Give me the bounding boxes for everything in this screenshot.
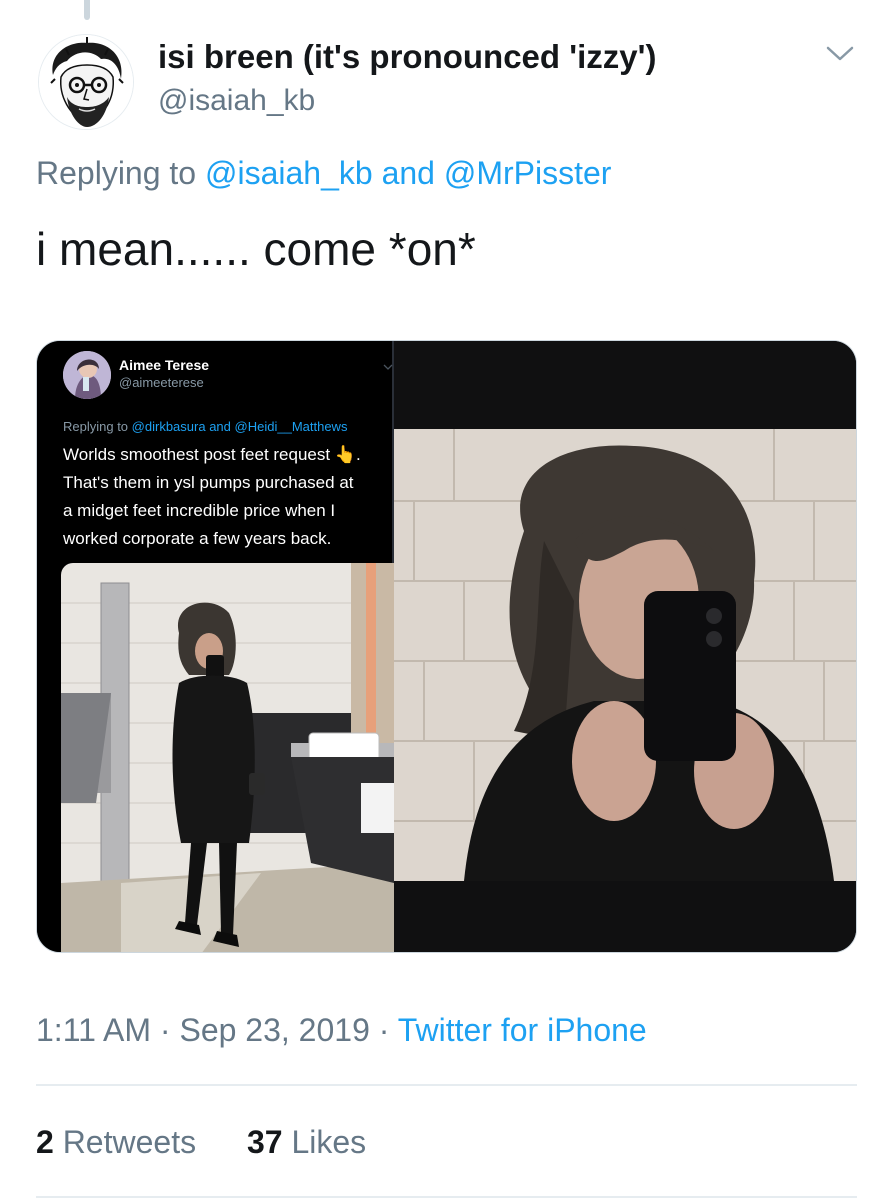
chevron-down-icon[interactable] [820,38,860,68]
engagement-stats: 2 Retweets 37 Likes [36,1124,408,1161]
timestamp-separator: · [378,1012,390,1048]
embedded-mention: @Heidi__Matthews [234,419,348,434]
media-attachment[interactable]: Aimee Terese @aimeeterese Replying to @d… [36,340,857,953]
zoomed-selfie-photo[interactable] [394,341,856,952]
replying-to-line: Replying to @isaiah_kb and @MrPisster [36,155,611,192]
retweets-count: 2 [36,1124,54,1160]
author-display-name[interactable]: isi breen (it's pronounced 'izzy') [158,38,656,76]
embedded-avatar [63,351,111,399]
embedded-text-line: a midget feet incredible price when I [63,501,336,520]
tweet-text: i mean...... come *on* [36,223,476,275]
retweets-stat[interactable]: 2 Retweets [36,1124,205,1160]
likes-count: 37 [246,1124,283,1160]
embedded-replying-label: Replying to [63,419,129,434]
embedded-tweet-screenshot[interactable]: Aimee Terese @aimeeterese Replying to @d… [37,341,394,952]
mention-conjunction: and [381,155,435,191]
divider [36,1084,857,1086]
embedded-mention-conjunction: and [209,419,231,434]
replying-to-label: Replying to [36,155,197,191]
embedded-handle: @aimeeterese [119,375,204,390]
chevron-down-icon [383,359,393,370]
tweet-timestamp: 1:11 AM · Sep 23, 2019 · Twitter for iPh… [36,1012,647,1049]
embedded-text-line: worked corporate a few years back. [63,529,332,548]
retweets-label: Retweets [62,1124,197,1160]
likes-label: Likes [291,1124,367,1160]
tweet-date[interactable]: Sep 23, 2019 [179,1012,369,1048]
embedded-display-name: Aimee Terese [119,357,210,373]
embedded-tweet-text: Worlds smoothest post feet request 👆. Th… [63,441,388,553]
timestamp-separator: · [159,1012,171,1048]
author-handle[interactable]: @isaiah_kb [158,84,315,118]
mention-link[interactable]: @isaiah_kb [205,155,373,191]
thread-connector-line [84,0,90,20]
divider [36,1196,857,1198]
tweet-source-link[interactable]: Twitter for iPhone [398,1012,647,1048]
author-avatar[interactable] [38,34,134,130]
tweet-time[interactable]: 1:11 AM [36,1012,151,1048]
sketch-portrait-icon [39,35,133,129]
mention-link[interactable]: @MrPisster [444,155,612,191]
embedded-text-line: Worlds smoothest post feet request 👆. [63,445,361,464]
bathroom-mirror-selfie-photo [61,563,394,952]
embedded-mention: @dirkbasura [131,419,206,434]
likes-stat[interactable]: 37 Likes [247,1124,366,1160]
tweet-detail-page: isi breen (it's pronounced 'izzy') @isai… [0,0,893,1200]
embedded-text-line: That's them in ysl pumps purchased at [63,473,354,492]
embedded-replying-line: Replying to @dirkbasura and @Heidi__Matt… [63,419,347,434]
